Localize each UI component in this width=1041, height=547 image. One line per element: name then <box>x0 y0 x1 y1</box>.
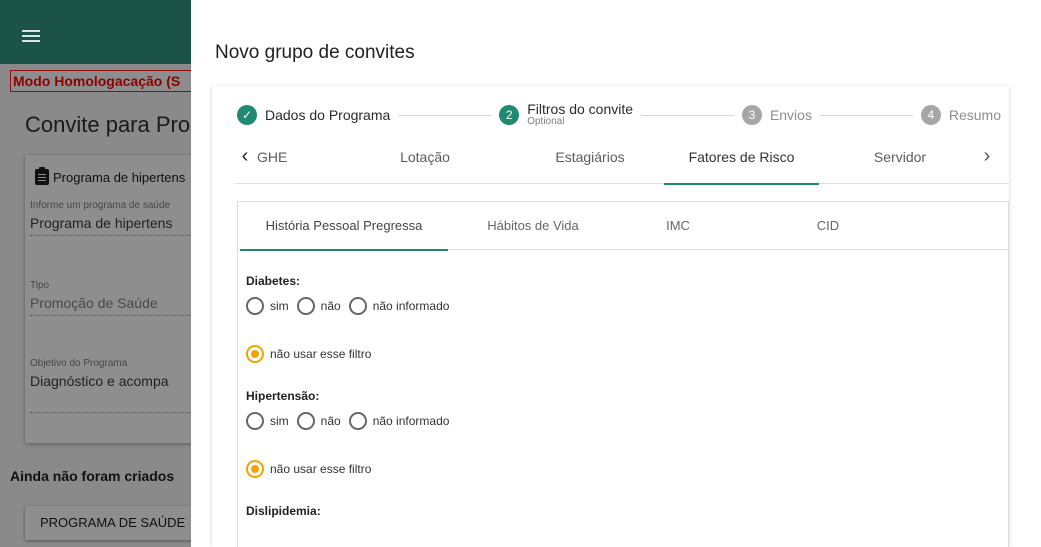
filter-dislipidemia: Dislipidemia: <box>246 504 986 521</box>
radio-unchecked-icon <box>296 412 315 430</box>
step-label: Filtros do convite <box>527 101 634 118</box>
radio-group-ignore: não usar esse filtro <box>246 454 986 484</box>
program-field-label: Informe um programa de saúde <box>30 200 171 211</box>
step-label: Resumo <box>948 107 1002 123</box>
filter-category-tabs: ‹ GHE Lotação Estagiários Fatores de Ris… <box>235 146 1009 185</box>
radio-label: sim <box>270 414 289 428</box>
tab-imc[interactable]: IMC <box>643 202 713 250</box>
radio-nao[interactable]: não <box>296 412 341 430</box>
objective-field[interactable]: Objetivo do Programa Diagnóstico e acomp… <box>30 358 190 413</box>
step-optional-label: Optional <box>527 116 565 128</box>
radio-label: não usar esse filtro <box>270 347 372 361</box>
filter-diabetes: Diabetes: sim não não informado não usar… <box>246 274 986 369</box>
chevron-left-icon[interactable]: ‹ <box>235 146 255 170</box>
tab-estagiarios[interactable]: Estagiários <box>520 146 660 184</box>
radio-unchecked-icon <box>296 297 315 315</box>
new-invite-group-dialog: Novo grupo de convites ✓ Dados do Progra… <box>191 0 1041 547</box>
radio-nao-usar-filtro[interactable]: não usar esse filtro <box>246 460 371 478</box>
radio-group: sim não não informado <box>246 291 986 321</box>
filter-title: Hipertensão: <box>246 389 320 403</box>
radio-nao[interactable]: não <box>296 297 341 315</box>
radio-group-ignore: não usar esse filtro <box>246 339 986 369</box>
radio-unchecked-icon <box>348 297 367 315</box>
radio-label: não informado <box>372 414 450 428</box>
hamburger-menu-icon[interactable] <box>22 30 40 42</box>
radio-unchecked-icon <box>246 297 264 315</box>
filters-list: Diabetes: sim não não informado não usar… <box>246 274 986 541</box>
homologation-banner: Modo Homologacação (S <box>10 70 191 92</box>
program-field-value: Programa de hipertens <box>30 215 190 236</box>
program-card-header: Programa de hipertens <box>35 167 186 185</box>
radio-label: sim <box>270 299 289 313</box>
step-connector <box>819 114 913 116</box>
filter-title: Diabetes: <box>246 274 301 288</box>
risk-factor-subtabs: História Pessoal Pregressa Hábitos de Vi… <box>238 202 1008 251</box>
objective-field-underline <box>30 393 190 413</box>
type-field[interactable]: Tipo Promoção de Saúde <box>30 280 190 316</box>
step-number: 4 <box>920 105 941 125</box>
stepper-card: ✓ Dados do Programa 2 Filtros do convite… <box>212 86 1009 547</box>
step-number: 3 <box>741 105 762 125</box>
clipboard-icon <box>35 167 49 185</box>
step-filtros-do-convite[interactable]: 2 Filtros do convite Optional <box>499 102 633 127</box>
page-title: Convite para Pro <box>25 112 191 137</box>
filter-title: Dislipidemia: <box>246 504 321 518</box>
chevron-right-icon[interactable]: › <box>977 146 997 170</box>
step-number: 2 <box>499 105 520 125</box>
program-card-title: Programa de hipertens <box>53 169 186 185</box>
type-field-value: Promoção de Saúde <box>30 295 190 316</box>
tab-servidor[interactable]: Servidor <box>845 146 955 184</box>
tab-habitos-de-vida[interactable]: Hábitos de Vida <box>463 202 603 250</box>
tab-lotacao[interactable]: Lotação <box>365 146 485 184</box>
radio-sim[interactable]: sim <box>246 412 289 430</box>
radio-checked-icon <box>246 460 264 478</box>
radio-label: não <box>320 414 341 428</box>
tab-ghe[interactable]: GHE <box>255 146 325 184</box>
radio-sim[interactable]: sim <box>246 297 289 315</box>
step-envios[interactable]: 3 Envios <box>741 105 812 125</box>
tab-cid[interactable]: CID <box>798 202 858 250</box>
objective-field-label: Objetivo do Programa <box>30 358 128 369</box>
radio-label: não <box>320 299 341 313</box>
step-done-icon: ✓ <box>237 105 257 125</box>
step-label: Envios <box>769 107 812 123</box>
step-connector <box>398 114 492 116</box>
dialog-title: Novo grupo de convites <box>215 42 415 63</box>
app-topbar <box>0 0 191 64</box>
step-connector <box>641 114 734 116</box>
step-resumo[interactable]: 4 Resumo <box>920 105 1002 125</box>
not-created-notice: Ainda não foram criados <box>10 468 175 484</box>
program-button[interactable]: PROGRAMA DE SAÚDE <box>25 506 191 540</box>
radio-nao-informado[interactable]: não informado <box>348 297 450 315</box>
tab-historia-pessoal-pregressa[interactable]: História Pessoal Pregressa <box>240 202 448 251</box>
radio-nao-informado[interactable]: não informado <box>348 412 450 430</box>
filter-hipertensao: Hipertensão: sim não não informado não u… <box>246 389 986 484</box>
background-app: Modo Homologacação (S Convite para Pro P… <box>0 0 191 547</box>
radio-label: não usar esse filtro <box>270 462 372 476</box>
radio-nao-usar-filtro[interactable]: não usar esse filtro <box>246 345 371 363</box>
stepper: ✓ Dados do Programa 2 Filtros do convite… <box>212 86 1009 144</box>
tab-fatores-de-risco[interactable]: Fatores de Risco <box>664 146 819 185</box>
type-field-label: Tipo <box>30 280 50 291</box>
radio-group: sim não não informado <box>246 406 986 436</box>
radio-unchecked-icon <box>348 412 367 430</box>
program-field[interactable]: Informe um programa de saúde Programa de… <box>30 200 190 236</box>
radio-label: não informado <box>372 299 450 313</box>
step-dados-do-programa[interactable]: ✓ Dados do Programa <box>237 105 390 125</box>
objective-field-value: Diagnóstico e acompa <box>30 373 169 389</box>
step-label: Dados do Programa <box>265 107 391 123</box>
risk-factors-panel: História Pessoal Pregressa Hábitos de Vi… <box>237 201 1009 547</box>
radio-unchecked-icon <box>246 412 264 430</box>
radio-checked-icon <box>246 345 264 363</box>
